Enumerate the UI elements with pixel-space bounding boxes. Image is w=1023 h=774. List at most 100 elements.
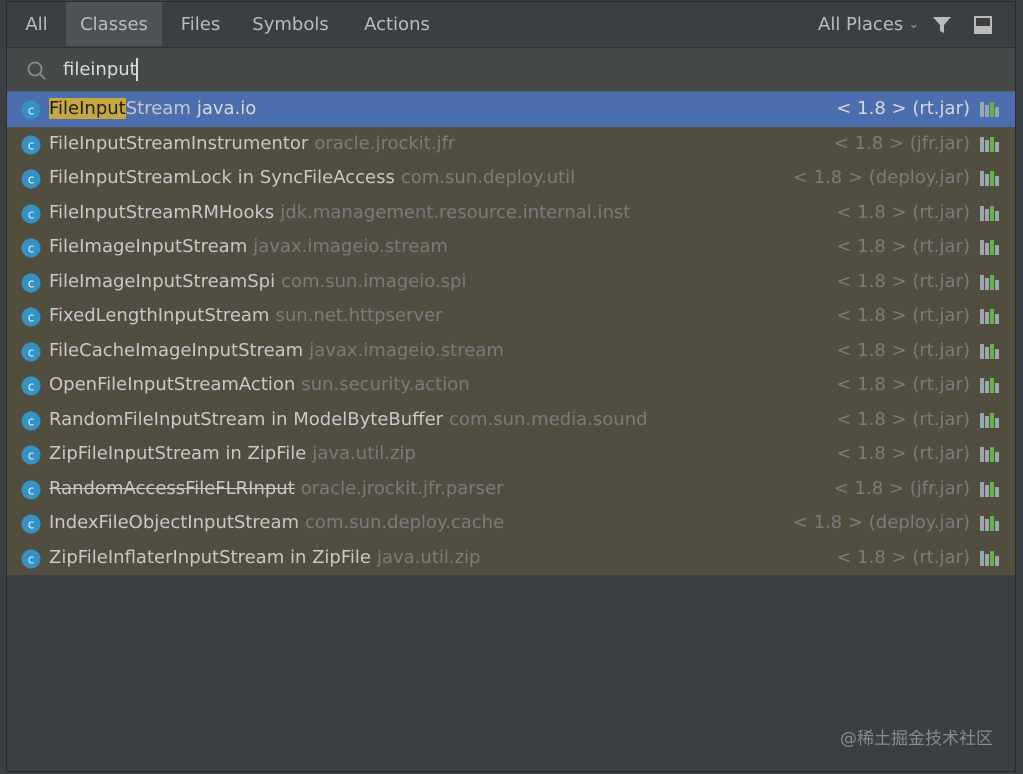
svg-text:c: c [28, 552, 35, 566]
tab-symbols[interactable]: Symbols [239, 2, 342, 46]
library-jar-icon [980, 550, 999, 566]
svg-text:c: c [28, 276, 35, 290]
result-class-name: FileInputStreamInstrumentor [49, 132, 309, 154]
text-caret [136, 58, 138, 81]
class-icon: c [21, 273, 41, 292]
results-list: c FileInputStream java.io < 1.8 > (rt.jar)… [7, 92, 1015, 575]
result-name: FileCacheImageInputStream javax.imageio.s… [49, 334, 504, 368]
result-location: < 1.8 > (rt.jar) [836, 374, 970, 395]
tab-files[interactable]: Files [162, 2, 239, 46]
result-row[interactable]: c IndexFileObjectInputStream com.sun.depl… [7, 506, 1015, 541]
search-input[interactable] [63, 54, 943, 84]
result-row[interactable]: c FileInputStreamLock in SyncFileAccess c… [7, 161, 1015, 196]
result-row[interactable]: c ZipFileInputStream in ZipFile java.util… [7, 437, 1015, 472]
result-class-name: FileCacheImageInputStream [49, 339, 304, 361]
class-icon: c [21, 204, 41, 223]
library-jar-icon [980, 136, 999, 152]
result-location: < 1.8 > (rt.jar) [836, 270, 970, 292]
class-icon: c [21, 376, 41, 396]
result-row[interactable]: c FileInputStreamRMHooks jdk.management.r… [7, 196, 1015, 231]
library-jar-icon [980, 240, 999, 255]
result-package: sun.security.action [301, 374, 470, 395]
result-class-name: ZipFileInputStream in ZipFile [49, 443, 307, 464]
svg-text:c: c [28, 414, 35, 428]
result-name: ZipFileInputStream in ZipFile java.util.z… [49, 437, 416, 471]
class-icon: c [21, 342, 41, 361]
result-class-name: FileImageInputStreamSpi [49, 270, 276, 292]
result-location: < 1.8 > (rt.jar) [836, 201, 970, 223]
result-package: java.util.zip [312, 443, 416, 464]
result-name: FileInputStreamRMHooks jdk.management.res… [49, 196, 630, 230]
result-package: java.io [196, 98, 257, 119]
result-row[interactable]: c FileCacheImageInputStream javax.imageio… [7, 334, 1015, 369]
search-bar [7, 47, 1015, 92]
result-location: < 1.8 > (deploy.jar) [792, 512, 970, 533]
result-name: RandomAccessFileFLRInput oracle.jrockit.j… [49, 472, 504, 506]
result-row[interactable]: c FixedLengthInputStream sun.net.httpserv… [7, 299, 1015, 334]
tab-bar: All Classes Files Symbols Actions All Pl… [7, 2, 1015, 46]
result-location: < 1.8 > (rt.jar) [836, 236, 970, 257]
svg-text:c: c [28, 518, 35, 532]
match-highlight: FileInput [49, 98, 126, 119]
result-class-name: ZipFileInflaterInputStream in ZipFile [49, 546, 371, 568]
svg-text:c: c [28, 380, 35, 394]
result-row[interactable]: c OpenFileInputStreamAction sun.security.… [7, 368, 1015, 403]
result-package: com.sun.deploy.cache [305, 512, 505, 533]
svg-text:c: c [28, 138, 35, 152]
library-jar-icon [980, 171, 999, 186]
result-row[interactable]: c FileInputStream java.io < 1.8 > (rt.jar) [7, 92, 1015, 127]
result-row[interactable]: c ZipFileInflaterInputStream in ZipFile j… [7, 541, 1015, 576]
result-row[interactable]: c FileInputStreamInstrumentor oracle.jroc… [7, 127, 1015, 162]
result-package: sun.net.httpserver [275, 305, 443, 326]
result-class-name: Stream [125, 98, 191, 119]
result-class-name: FileInputStreamRMHooks [49, 201, 275, 223]
result-location: < 1.8 > (rt.jar) [836, 305, 970, 326]
svg-text:c: c [28, 207, 35, 221]
chevron-down-icon: ⌄ [908, 17, 920, 32]
watermark: @稀土掘金技术社区 [840, 729, 993, 749]
result-name: FileImageInputStreamSpi com.sun.imageio.s… [49, 265, 466, 299]
library-jar-icon [980, 378, 999, 393]
class-icon: c [21, 411, 41, 430]
tab-all[interactable]: All [7, 2, 66, 46]
tab-actions[interactable]: Actions [342, 2, 452, 46]
class-icon: c [21, 100, 41, 120]
result-name: FileInputStream java.io [49, 92, 256, 126]
result-name: RandomFileInputStream in ModelByteBuffer… [49, 403, 648, 437]
svg-text:c: c [28, 173, 35, 187]
result-package: com.sun.media.sound [449, 408, 648, 430]
class-icon: c [21, 514, 41, 534]
result-package: oracle.jrockit.jfr [314, 132, 456, 154]
svg-text:c: c [28, 242, 35, 256]
dock-window-icon[interactable] [973, 15, 993, 35]
library-jar-icon [980, 481, 999, 497]
result-row[interactable]: c RandomAccessFileFLRInput oracle.jrockit… [7, 472, 1015, 507]
tab-classes[interactable]: Classes [66, 2, 162, 46]
library-jar-icon [980, 274, 999, 290]
result-row[interactable]: c FileImageInputStreamSpi com.sun.imageio… [7, 265, 1015, 300]
library-jar-icon [980, 343, 999, 359]
search-icon [27, 61, 46, 80]
result-row[interactable]: c FileImageInputStream javax.imageio.stre… [7, 230, 1015, 265]
result-class-name: IndexFileObjectInputStream [49, 512, 300, 533]
filter-icon[interactable] [932, 15, 952, 35]
result-row[interactable]: c RandomFileInputStream in ModelByteBuff… [7, 403, 1015, 438]
library-jar-icon [980, 309, 999, 324]
svg-text:c: c [28, 104, 35, 118]
result-class-name: RandomFileInputStream in ModelByteBuffer [49, 408, 444, 430]
result-package: jdk.management.resource.internal.inst [280, 201, 631, 223]
result-package: com.sun.imageio.spi [281, 270, 467, 292]
scope-dropdown[interactable]: All Places ⌄ [818, 2, 919, 46]
class-icon: c [21, 480, 41, 499]
result-name: FileInputStreamLock in SyncFileAccess com… [49, 161, 575, 195]
search-everywhere-popup: All Classes Files Symbols Actions All Pl… [6, 1, 1016, 772]
result-class-name: FileInputStreamLock in SyncFileAccess [49, 167, 395, 188]
result-package: com.sun.deploy.util [400, 167, 576, 188]
scope-label: All Places [818, 14, 904, 35]
class-icon: c [21, 307, 41, 327]
result-name: OpenFileInputStreamAction sun.security.ac… [49, 368, 470, 402]
result-location: < 1.8 > (rt.jar) [836, 443, 970, 464]
result-package: oracle.jrockit.jfr.parser [300, 477, 504, 499]
result-location: < 1.8 > (jfr.jar) [833, 477, 970, 499]
class-icon: c [21, 169, 41, 189]
